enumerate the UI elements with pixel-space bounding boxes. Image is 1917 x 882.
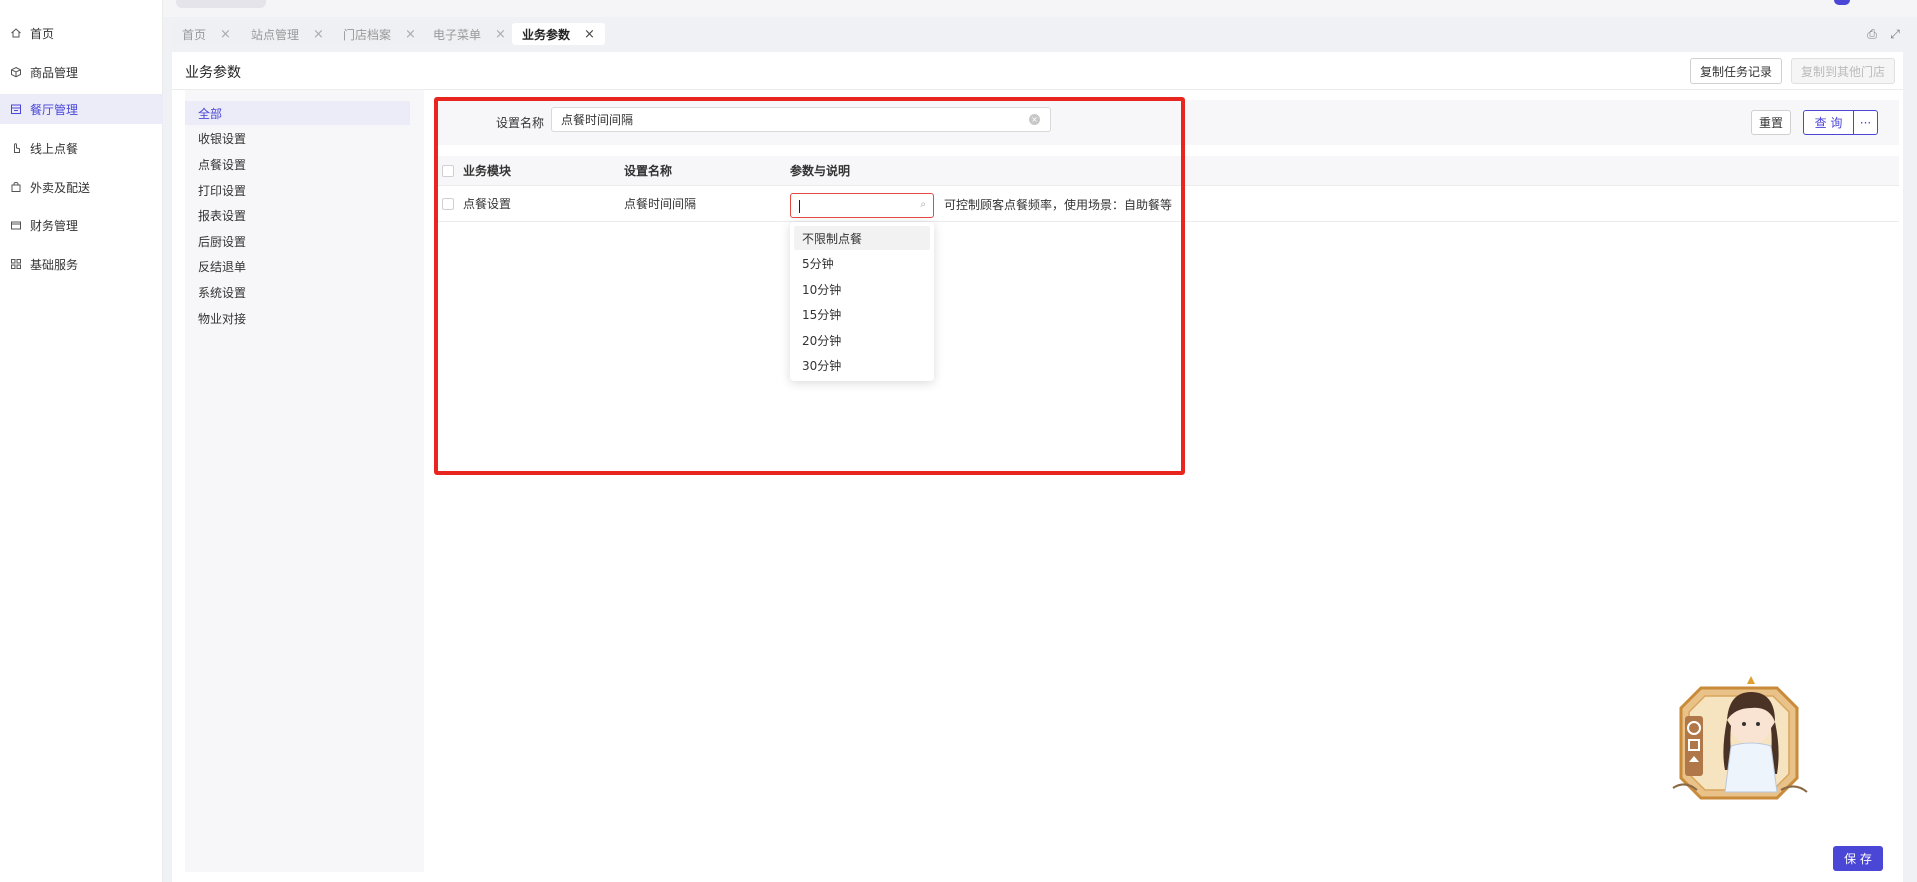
- column-header-module: 业务模块: [463, 164, 512, 178]
- reset-button[interactable]: 重置: [1751, 110, 1791, 135]
- sidebar-item-label: 首页: [30, 26, 55, 41]
- bag-icon: [10, 181, 22, 193]
- sidebar-item-label: 线上点餐: [30, 141, 79, 156]
- top-search-pill[interactable]: [176, 0, 266, 8]
- text-caret: [799, 200, 800, 213]
- tab-label: 首页: [182, 27, 207, 42]
- category-item[interactable]: 打印设置: [185, 178, 410, 202]
- query-button[interactable]: 查 询: [1803, 110, 1854, 135]
- category-item[interactable]: 物业对接: [185, 306, 410, 330]
- sidebar-item-finance[interactable]: 财务管理: [0, 210, 163, 240]
- column-header-params: 参数与说明: [790, 164, 851, 178]
- page-title: 业务参数: [185, 65, 241, 81]
- filter-bar: 设置名称 点餐时间间隔 × 重置 查 询 ···: [434, 100, 1899, 145]
- box-icon: [10, 66, 22, 78]
- tab-bar: 首页 × 站点管理 × 门店档案 × 电子菜单 × 业务参数 × ⎙ ⤢: [163, 17, 1917, 51]
- sidebar-item-restaurant[interactable]: 餐厅管理: [0, 94, 163, 124]
- sidebar-item-label: 基础服务: [30, 257, 79, 272]
- tab-electronic-menu[interactable]: 电子菜单 ×: [423, 23, 516, 45]
- tab-business-params[interactable]: 业务参数 ×: [512, 23, 605, 45]
- setting-name-input[interactable]: 点餐时间间隔 ×: [551, 107, 1051, 132]
- row-description: 可控制顾客点餐频率，使用场景：自助餐等: [944, 197, 1173, 212]
- tab-label: 站点管理: [251, 27, 300, 42]
- store-icon: [10, 103, 22, 115]
- dropdown-option[interactable]: 5分钟: [794, 251, 930, 275]
- sidebar-item-label: 餐厅管理: [30, 102, 79, 117]
- dropdown-option[interactable]: 30分钟: [794, 353, 930, 377]
- sidebar: 首页 商品管理 餐厅管理 线上点餐 外卖及配送 财务管理 基础服务: [0, 0, 163, 882]
- top-strip: [163, 0, 1917, 17]
- hand-pointer-icon: [10, 142, 22, 154]
- home-icon: [10, 27, 22, 39]
- search-icon: ⌕: [920, 199, 926, 210]
- tab-store-archive[interactable]: 门店档案 ×: [333, 23, 426, 45]
- fullscreen-icon[interactable]: ⤢: [1885, 24, 1905, 44]
- setting-name-value: 点餐时间间隔: [561, 113, 634, 127]
- close-icon[interactable]: ×: [495, 27, 506, 42]
- category-item[interactable]: 点餐设置: [185, 152, 410, 176]
- grid-icon: [10, 258, 22, 270]
- interval-dropdown: 不限制点餐 5分钟 10分钟 15分钟 20分钟 30分钟: [790, 222, 934, 381]
- page-panel: 业务参数 复制任务记录 复制到其他门店 全部 收银设置 点餐设置 打印设置 报表…: [172, 52, 1903, 882]
- sidebar-item-delivery[interactable]: 外卖及配送: [0, 172, 163, 202]
- sidebar-item-online-order[interactable]: 线上点餐: [0, 133, 163, 163]
- category-item[interactable]: 收银设置: [185, 126, 410, 150]
- category-item[interactable]: 反结退单: [185, 254, 410, 278]
- dropdown-option[interactable]: 20分钟: [794, 328, 930, 352]
- category-list: 全部 收银设置 点餐设置 打印设置 报表设置 后厨设置 反结退单 系统设置 物业…: [185, 90, 424, 872]
- tab-label: 业务参数: [522, 27, 571, 42]
- sidebar-item-products[interactable]: 商品管理: [0, 57, 163, 87]
- interval-select-input[interactable]: ⌕: [790, 193, 934, 218]
- row-checkbox[interactable]: [442, 198, 454, 210]
- sidebar-item-label: 财务管理: [30, 218, 79, 233]
- sidebar-item-label: 商品管理: [30, 65, 79, 80]
- row-module: 点餐设置: [463, 197, 512, 211]
- table-row: 点餐设置 点餐时间间隔 ⌕ 可控制顾客点餐频率，使用场景：自助餐等: [434, 186, 1899, 222]
- select-all-checkbox[interactable]: [442, 165, 454, 177]
- category-item[interactable]: 系统设置: [185, 280, 410, 304]
- row-setting-name: 点餐时间间隔: [624, 197, 697, 211]
- setting-name-label: 设置名称: [496, 116, 545, 130]
- close-icon[interactable]: ×: [220, 27, 231, 42]
- mascot-avatar[interactable]: [1665, 670, 1813, 810]
- tab-label: 门店档案: [343, 27, 392, 42]
- save-button[interactable]: 保 存: [1833, 846, 1883, 871]
- copy-to-other-store-button[interactable]: 复制到其他门店: [1791, 58, 1895, 84]
- more-options-button[interactable]: ···: [1853, 110, 1878, 135]
- dropdown-option[interactable]: 10分钟: [794, 277, 930, 301]
- sidebar-item-home[interactable]: 首页: [0, 18, 163, 48]
- user-avatar[interactable]: [1834, 0, 1850, 5]
- tab-label: 电子菜单: [433, 27, 482, 42]
- wallet-icon: [10, 219, 22, 231]
- close-icon[interactable]: ×: [405, 27, 416, 42]
- header-divider: [172, 89, 1903, 90]
- sidebar-item-basic-services[interactable]: 基础服务: [0, 249, 163, 279]
- copy-task-record-button[interactable]: 复制任务记录: [1690, 58, 1782, 84]
- dropdown-option[interactable]: 不限制点餐: [794, 226, 930, 250]
- column-header-name: 设置名称: [624, 164, 673, 178]
- dropdown-option[interactable]: 15分钟: [794, 302, 930, 326]
- sidebar-item-label: 外卖及配送: [30, 180, 91, 195]
- print-icon[interactable]: ⎙: [1862, 24, 1882, 44]
- close-icon[interactable]: ×: [584, 27, 595, 42]
- category-item[interactable]: 后厨设置: [185, 229, 410, 253]
- clear-icon[interactable]: ×: [1029, 114, 1040, 125]
- tab-home[interactable]: 首页 ×: [172, 23, 241, 45]
- category-item[interactable]: 全部: [185, 101, 410, 125]
- close-icon[interactable]: ×: [313, 27, 324, 42]
- table-header: 业务模块 设置名称 参数与说明: [434, 156, 1899, 186]
- tab-site-management[interactable]: 站点管理 ×: [241, 23, 334, 45]
- category-item[interactable]: 报表设置: [185, 203, 410, 227]
